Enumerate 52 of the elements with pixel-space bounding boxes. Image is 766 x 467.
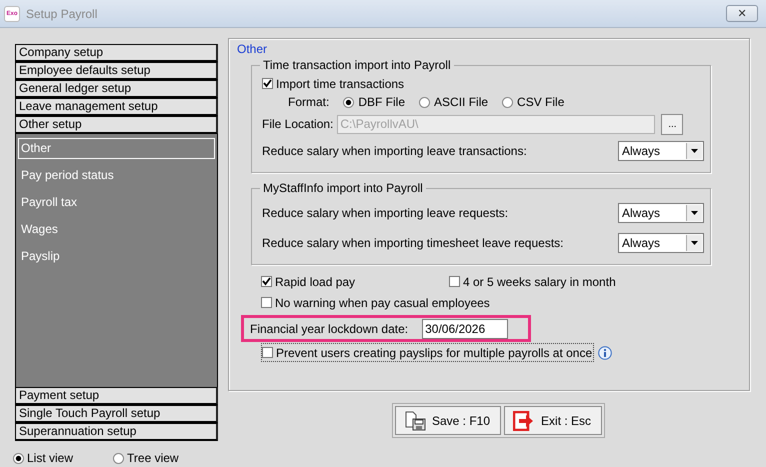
panel-title: Other [237,42,268,56]
info-icon[interactable] [598,346,612,360]
option-checkbox[interactable]: Rapid load pay [261,273,449,290]
option-checkbox[interactable]: 4 or 5 weeks salary in month [449,273,637,290]
dropdown-arrow-icon [691,241,698,245]
sidebar-item[interactable]: Other [18,138,215,159]
save-document-icon [404,410,426,430]
section-header[interactable]: Payment setup [15,387,218,405]
group-title: Time transaction import into Payroll [262,58,452,72]
format-radio[interactable]: DBF File [343,95,406,109]
always-dropdown[interactable]: Always [618,233,704,253]
format-radio[interactable]: CSV File [502,95,564,109]
section-header[interactable]: Other setup [15,116,218,134]
prevent-checkbox[interactable]: Prevent users creating payslips for multiple payrolls at once [261,343,594,362]
dropdown-arrow-icon [691,211,698,215]
section-header[interactable]: Employee defaults setup [15,62,218,80]
import-checkbox[interactable]: Import time transactions [262,75,704,92]
radio-icon[interactable] [13,452,24,464]
radio-icon[interactable] [419,96,430,108]
format-radio[interactable]: ASCII File [419,95,488,109]
radio-icon[interactable] [113,452,124,464]
lockdown-date-field[interactable]: 30/06/2026 [422,318,508,338]
section-header[interactable]: Superannuation setup [15,423,218,441]
sidebar-item[interactable]: Payroll tax [18,192,215,213]
window-title: Setup Payroll [26,6,98,20]
group-title: MyStaffInfo import into Payroll [262,181,424,195]
sidebar-item[interactable]: Payslip [18,246,215,267]
always-dropdown[interactable]: Always [618,141,704,161]
dropdown-arrow-icon [691,149,698,153]
browse-button[interactable]: ... [661,114,684,134]
exit-icon [513,410,536,430]
close-button[interactable]: ✕ [726,5,758,22]
view-radio[interactable]: Tree view [113,451,179,465]
radio-icon[interactable] [502,96,514,108]
view-radio[interactable]: List view [13,451,74,465]
file-location-label: File Location: [262,117,334,131]
section-header[interactable]: Company setup [15,44,218,62]
reduce-label: Reduce salary when importing leave transactions: [262,144,527,158]
save-button[interactable]: Save : F10 [395,406,502,435]
section-header[interactable]: Single Touch Payroll setup [15,405,218,423]
lockdown-label: Financial year lockdown date: [250,322,408,336]
exit-button[interactable]: Exit : Esc [504,406,602,435]
option-checkbox[interactable]: No warning when pay casual employees [261,294,561,311]
sidebar-item[interactable]: Wages [18,219,215,240]
format-label: Format: [288,95,330,109]
reduce-label: Reduce salary when importing leave requests: [262,206,508,220]
section-header[interactable]: General ledger setup [15,80,218,98]
reduce-label: Reduce salary when importing timesheet leave requests: [262,236,564,250]
always-dropdown[interactable]: Always [618,203,704,223]
section-header[interactable]: Leave management setup [15,98,218,116]
sidebar-item[interactable]: Pay period status [18,165,215,186]
radio-icon[interactable] [343,96,354,108]
